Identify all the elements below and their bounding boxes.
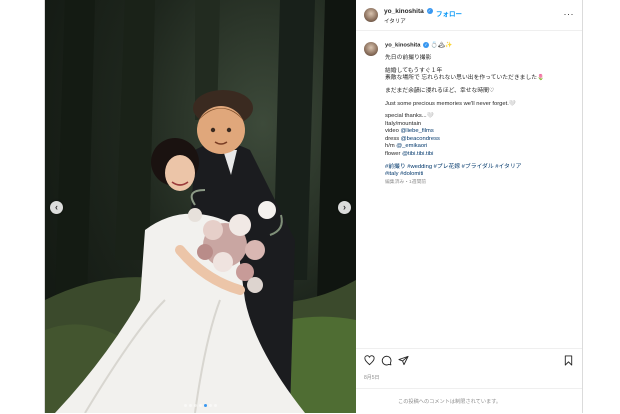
caption-line: まだまだ余韻に浸れるほど、幸せな時間♡ [385, 87, 495, 94]
carousel-dot [194, 404, 197, 407]
post-header: yo_kinoshita ✓ フォロー イタリア ··· [356, 0, 582, 31]
action-bar [356, 348, 582, 369]
bookmark-icon[interactable] [563, 355, 574, 366]
caption-line: 先日の前撮り撮影 [385, 55, 432, 62]
mention-link[interactable]: @_emikaori [396, 143, 427, 149]
wedding-photo-illustration [45, 0, 356, 413]
verified-badge-icon: ✓ [423, 42, 430, 48]
comment-icon[interactable] [381, 355, 392, 366]
caption-line: special thanks...🤍 [385, 113, 434, 120]
post-side-panel: yo_kinoshita ✓ フォロー イタリア ··· yo_kinoshit… [356, 0, 582, 413]
paper-plane-icon[interactable] [398, 355, 409, 366]
verified-badge-icon: ✓ [426, 8, 433, 15]
hashtags[interactable]: #前撮り #wedding #プレ花嫁 #ブライダル #イタリア [385, 164, 575, 172]
caption-line: flower @tibi.tibi.tibi [385, 151, 434, 158]
mention-link[interactable]: @tibi.tibi.tibi [402, 151, 433, 157]
caption-line: h/m @_emikaori [385, 143, 428, 150]
chevron-right-icon: › [343, 202, 346, 212]
heart-icon[interactable] [364, 355, 375, 366]
carousel-dot [184, 404, 187, 407]
caption-line: Just some precious memories we'll never … [385, 100, 517, 107]
caption-emoji: 💍🏔✨ [430, 42, 453, 49]
caption: yo_kinoshita ✓ 💍🏔✨ 先日の前撮り撮影 結婚してもうすぐ１年 素… [385, 42, 575, 186]
caption-line: dress @beacondress [385, 135, 440, 142]
post-photo[interactable]: ‹ › [45, 0, 356, 413]
chevron-left-icon: ‹ [55, 202, 58, 212]
carousel-prev-button[interactable]: ‹ [50, 201, 63, 214]
mention-link[interactable]: @liebe_films [400, 128, 433, 134]
caption-username[interactable]: yo_kinoshita [385, 43, 420, 49]
header-username[interactable]: yo_kinoshita ✓ [384, 8, 433, 15]
avatar[interactable] [364, 8, 378, 22]
caption-avatar[interactable] [364, 42, 378, 56]
comment-bar: この投稿へのコメントは制限されています。 [356, 388, 582, 414]
caption-line: Italy/mountain [385, 120, 422, 127]
carousel-dot [204, 404, 207, 407]
caption-line: video @liebe_films [385, 128, 434, 135]
hashtags[interactable]: #italy #dolomiti [385, 171, 575, 179]
carousel-dots [45, 404, 356, 407]
more-options-icon[interactable]: ··· [564, 9, 575, 19]
carousel-dot [209, 404, 212, 407]
follow-button[interactable]: フォロー [436, 8, 462, 18]
post-date[interactable]: 8月5日 [364, 374, 380, 381]
carousel-dot [189, 404, 192, 407]
edited-meta: 編集済み・1週間前 [385, 179, 427, 185]
mention-link[interactable]: @beacondress [401, 136, 440, 142]
carousel-next-button[interactable]: › [338, 201, 351, 214]
location-link[interactable]: イタリア [384, 17, 406, 25]
carousel-dot [214, 404, 217, 407]
comment-restricted-text: この投稿へのコメントは制限されています。 [398, 399, 502, 405]
carousel-dot [199, 404, 202, 407]
post-card: ‹ › yo_kinoshita ✓ フォロー イタリア ··· yo_kino… [44, 0, 583, 413]
username-text[interactable]: yo_kinoshita [384, 8, 424, 15]
caption-line: 素敵な場所で 忘れられない思い出を作っていただきました🌷 [385, 75, 545, 82]
